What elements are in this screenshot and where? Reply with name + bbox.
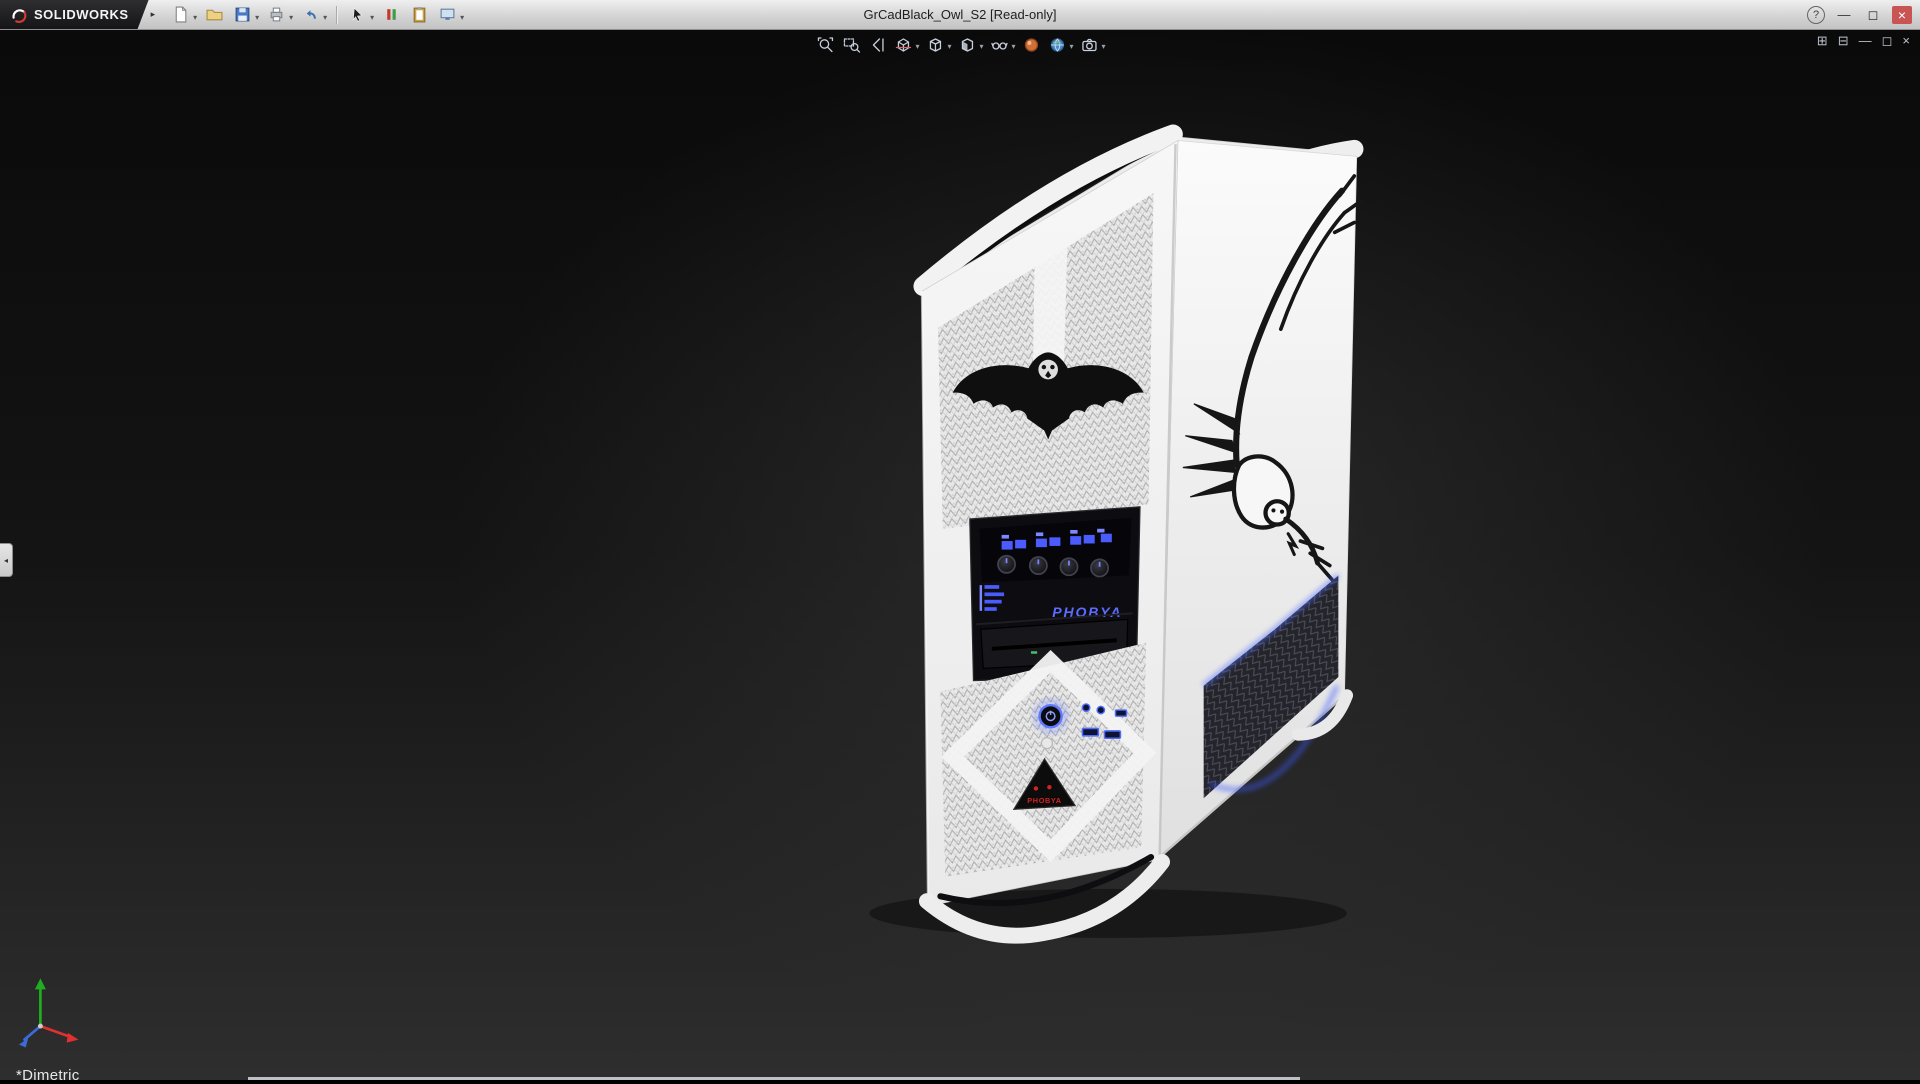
toolbar-separator: [336, 6, 337, 24]
hide-show-items-button[interactable]: [987, 33, 1012, 56]
badge-brand-text: PHOBYA: [1027, 796, 1061, 805]
dropdown-arrow-icon[interactable]: ▾: [915, 42, 919, 51]
new-document-icon: [172, 6, 189, 23]
select-cursor-icon: [349, 6, 366, 23]
dropdown-arrow-icon[interactable]: ▾: [947, 42, 951, 51]
select-cursor-button[interactable]: [344, 3, 370, 27]
show-right-pane-icon[interactable]: ⊟: [1838, 34, 1849, 47]
headsup-view-toolbar: ▾ ▾ ▾ ▾ ▾: [812, 33, 1107, 56]
zoom-to-fit-icon: [816, 36, 834, 54]
minimize-button[interactable]: —: [1834, 6, 1854, 24]
doc-minimize-button[interactable]: —: [1859, 34, 1872, 47]
doc-close-button[interactable]: ×: [1902, 34, 1910, 47]
document-window-controls: ⊞ ⊟ — ◻ ×: [1817, 34, 1910, 47]
view-orientation-icon: [926, 36, 944, 54]
usb-port[interactable]: [1082, 728, 1098, 735]
reset-button[interactable]: [1041, 738, 1052, 749]
undo-icon: [302, 6, 319, 23]
appearance-ball-icon: [1022, 36, 1040, 54]
view-orientation-button[interactable]: [922, 33, 947, 56]
apply-scene-button[interactable]: [1045, 33, 1070, 56]
open-document-button[interactable]: [201, 3, 227, 27]
previous-view-icon: [868, 36, 886, 54]
power-button[interactable]: [1040, 705, 1062, 727]
options-button[interactable]: [434, 3, 460, 27]
dropdown-arrow-icon[interactable]: ▾: [460, 13, 464, 22]
dropdown-arrow-icon[interactable]: ▾: [370, 13, 374, 22]
clipboard-icon: [411, 6, 428, 23]
camera-icon: [1080, 36, 1098, 54]
save-icon: [234, 6, 251, 23]
display-style-button[interactable]: [954, 33, 979, 56]
scene-globe-icon: [1048, 36, 1066, 54]
print-button[interactable]: [263, 3, 289, 27]
doc-restore-button[interactable]: ◻: [1882, 34, 1893, 47]
selection-filter-icon: [383, 6, 400, 23]
new-document-button[interactable]: [167, 3, 193, 27]
help-button[interactable]: ?: [1807, 6, 1825, 24]
dropdown-arrow-icon[interactable]: ▾: [255, 13, 259, 22]
featuremanager-collapsed-tab[interactable]: ◂: [0, 543, 13, 577]
print-icon: [268, 6, 285, 23]
esata-port[interactable]: [1116, 710, 1127, 716]
dropdown-arrow-icon[interactable]: ▾: [289, 13, 293, 22]
cad-model-scene[interactable]: PHOBYA: [0, 29, 1920, 1080]
dropdown-arrow-icon[interactable]: ▾: [323, 13, 327, 22]
view-orientation-label: *Dimetric: [16, 1067, 80, 1084]
audio-jack[interactable]: [1082, 704, 1089, 711]
open-folder-icon: [206, 6, 223, 23]
dassault-swirl-icon: [10, 6, 28, 24]
display-style-icon: [958, 36, 976, 54]
section-view-icon: [894, 36, 912, 54]
edit-appearance-button[interactable]: [1019, 33, 1044, 56]
audio-jack[interactable]: [1097, 706, 1104, 713]
controller-lcd: [980, 518, 1132, 583]
clipboard-button[interactable]: [406, 3, 432, 27]
undo-button[interactable]: [297, 3, 323, 27]
main-toolbar: ▾ ▾ ▾ ▾: [167, 3, 466, 27]
save-button[interactable]: [229, 3, 255, 27]
eye-glasses-icon: [990, 36, 1008, 54]
zoom-to-area-icon: [842, 36, 860, 54]
show-left-pane-icon[interactable]: ⊞: [1817, 34, 1828, 47]
brand-text: SOLIDWORKS: [34, 7, 129, 22]
close-button[interactable]: ×: [1892, 6, 1912, 24]
previous-view-button[interactable]: [864, 33, 889, 56]
menu-expand-arrow[interactable]: ▸: [151, 9, 156, 20]
triad-origin: [38, 1024, 43, 1029]
window-title: GrCadBlack_Owl_S2 [Read-only]: [864, 7, 1057, 22]
zoom-to-fit-button[interactable]: [812, 33, 837, 56]
titlebar-right-controls: ? — ◻ ×: [1807, 6, 1920, 24]
maximize-button[interactable]: ◻: [1863, 6, 1883, 24]
dropdown-arrow-icon[interactable]: ▾: [1012, 42, 1016, 51]
3d-viewport[interactable]: PHOBYA: [0, 29, 1920, 1080]
section-view-button[interactable]: [890, 33, 915, 56]
dropdown-arrow-icon[interactable]: ▾: [193, 13, 197, 22]
view-settings-button[interactable]: [1077, 33, 1102, 56]
solidworks-logo: SOLIDWORKS: [0, 0, 149, 29]
zoom-to-area-button[interactable]: [838, 33, 863, 56]
usb-port[interactable]: [1104, 731, 1120, 738]
dropdown-arrow-icon[interactable]: ▾: [979, 42, 983, 51]
dropdown-arrow-icon[interactable]: ▾: [1070, 42, 1074, 51]
drive-led: [1031, 651, 1037, 653]
titlebar: SOLIDWORKS ▸ ▾ ▾: [0, 0, 1920, 30]
options-display-icon: [439, 6, 456, 23]
selection-filter-button[interactable]: [378, 3, 404, 27]
dropdown-arrow-icon[interactable]: ▾: [1102, 42, 1106, 51]
